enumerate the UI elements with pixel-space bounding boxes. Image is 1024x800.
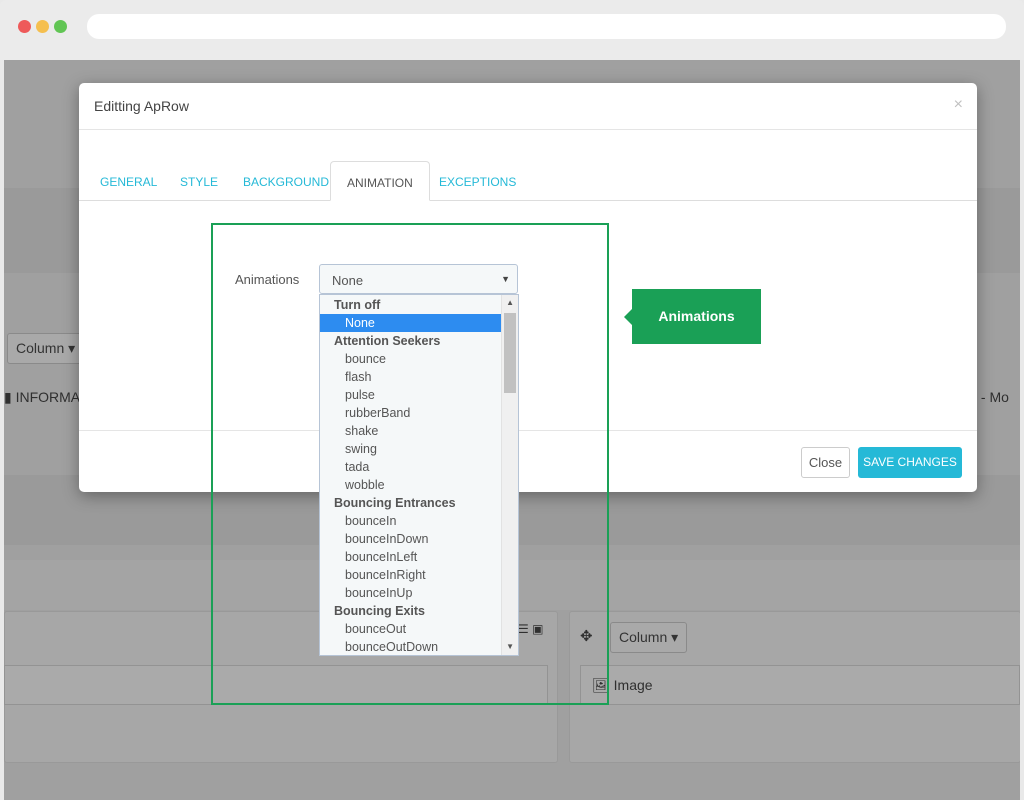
dropdown-group-label: Turn off xyxy=(334,298,381,312)
scroll-down-icon[interactable]: ▼ xyxy=(506,642,514,651)
address-bar[interactable] xyxy=(87,14,1006,39)
window-maximize-dot-icon[interactable] xyxy=(54,20,67,33)
select-value: None xyxy=(332,273,364,288)
browser-chrome xyxy=(0,0,1024,60)
dropdown-scrollbar[interactable]: ▲ ▼ xyxy=(501,295,518,655)
info-text: ▮ INFORMAT xyxy=(4,389,88,405)
animations-select[interactable]: None ▼ xyxy=(319,264,518,294)
dropdown-option[interactable]: bounceOutDown xyxy=(320,638,502,655)
tab-general[interactable]: GENERAL xyxy=(84,161,173,201)
column-dropdown-button[interactable]: Column ▾ xyxy=(7,333,85,364)
modal-title: Editting ApRow xyxy=(94,98,189,114)
tab-animation[interactable]: ANIMATION xyxy=(330,161,430,201)
close-icon[interactable]: × xyxy=(954,96,963,114)
animations-label: Animations xyxy=(235,272,300,287)
dropdown-option[interactable]: wobble xyxy=(320,476,502,494)
tab-style[interactable]: STYLE xyxy=(164,161,234,201)
dropdown-option[interactable]: shake xyxy=(320,422,502,440)
window-close-dot-icon[interactable] xyxy=(18,20,31,33)
close-button[interactable]: Close xyxy=(801,447,850,478)
scrollbar-thumb[interactable] xyxy=(504,313,516,393)
dropdown-option[interactable]: tada xyxy=(320,458,502,476)
dropdown-option[interactable]: None xyxy=(320,314,502,332)
image-widget-label: 🖼 Image xyxy=(592,677,653,693)
scroll-up-icon[interactable]: ▲ xyxy=(506,298,514,307)
dropdown-option[interactable]: bounceIn xyxy=(320,512,502,530)
dropdown-option[interactable]: bounceInDown xyxy=(320,530,502,548)
dropdown-group-label: Attention Seekers xyxy=(334,334,441,348)
dropdown-option[interactable]: bounce xyxy=(320,350,502,368)
image-icon: 🖼 xyxy=(592,677,610,693)
tab-background[interactable]: BACKGROUND xyxy=(227,161,345,201)
tab-exceptions[interactable]: EXCEPTIONS xyxy=(423,161,532,201)
move-icon[interactable]: ✥ xyxy=(580,627,593,645)
edit-row-modal: Editting ApRow × GENERAL STYLE BACKGROUN… xyxy=(79,83,977,492)
modal-tabs: GENERAL STYLE BACKGROUND ANIMATION EXCEP… xyxy=(79,161,977,201)
modal-header: Editting ApRow × xyxy=(79,83,977,130)
list-icon[interactable]: ☰ ▣ xyxy=(518,622,543,636)
dropdown-option[interactable]: bounceInUp xyxy=(320,584,502,602)
dropdown-option[interactable]: pulse xyxy=(320,386,502,404)
left-column-field xyxy=(4,665,548,705)
window-minimize-dot-icon[interactable] xyxy=(36,20,49,33)
dropdown-option[interactable]: swing xyxy=(320,440,502,458)
dropdown-option[interactable]: bounceInRight xyxy=(320,566,502,584)
dropdown-group-label: Bouncing Entrances xyxy=(334,496,456,510)
animations-callout: Animations xyxy=(624,289,761,344)
dropdown-option[interactable]: bounceInLeft xyxy=(320,548,502,566)
dropdown-option[interactable]: bounceOut xyxy=(320,620,502,638)
animations-dropdown-list[interactable]: Turn off None Attention Seekers bounce flash… xyxy=(319,294,519,656)
column-dropdown-button-2[interactable]: Column ▾ xyxy=(610,622,688,653)
dropdown-option[interactable]: rubberBand xyxy=(320,404,502,422)
dropdown-option[interactable]: flash xyxy=(320,368,502,386)
dropdown-group-label: Bouncing Exits xyxy=(334,604,425,618)
caret-down-icon: ▼ xyxy=(501,274,510,284)
modal-footer: Close SAVE CHANGES xyxy=(79,430,977,492)
save-changes-button[interactable]: SAVE CHANGES xyxy=(858,447,962,478)
